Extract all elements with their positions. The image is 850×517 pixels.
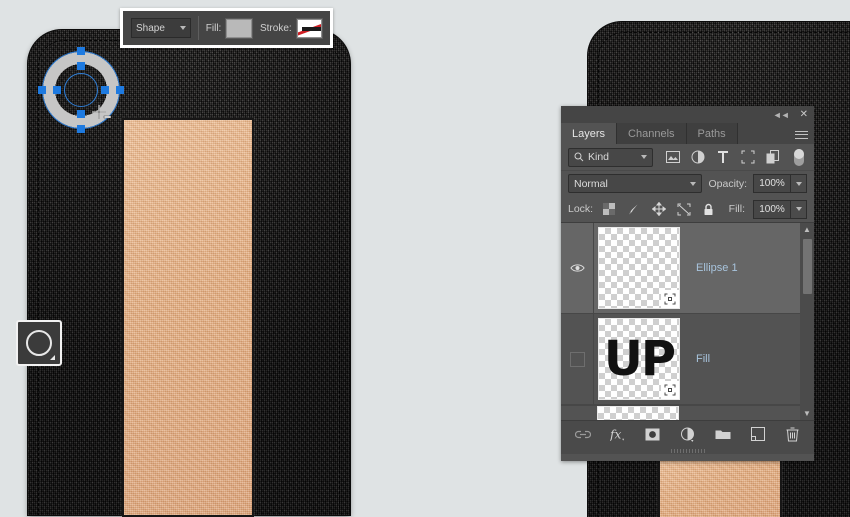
tab-channels[interactable]: Channels bbox=[617, 123, 687, 144]
adjustment-filter-icon[interactable] bbox=[690, 150, 705, 165]
panel-tabs: Layers Channels Paths bbox=[561, 123, 814, 144]
chevron-down-icon bbox=[641, 155, 647, 159]
layer-visibility-toggle[interactable] bbox=[561, 314, 594, 404]
stroke-bar-icon bbox=[301, 26, 321, 31]
vector-mask-icon bbox=[661, 290, 679, 308]
double-chevron-left-icon[interactable]: ◄◄ bbox=[773, 110, 790, 120]
tab-channels-label: Channels bbox=[628, 127, 675, 140]
table-row[interactable]: UP Fill bbox=[561, 314, 814, 405]
ellipse-shape-selection[interactable] bbox=[38, 47, 124, 133]
photoshop-canvas-area: Shape Fill: Stroke: ◄◄ ✕ Layers Channels… bbox=[0, 0, 850, 517]
scrollbar-thumb[interactable] bbox=[802, 239, 812, 294]
ellipse-inner-path bbox=[64, 73, 98, 107]
stroke-label: Stroke: bbox=[259, 22, 292, 34]
filter-toggle-switch[interactable] bbox=[794, 148, 804, 166]
chevron-up-icon[interactable]: ▲ bbox=[803, 223, 811, 236]
fill-swatch[interactable] bbox=[226, 18, 252, 38]
layer-thumbnail-text: UP bbox=[603, 331, 676, 387]
layer-thumbnail[interactable]: UP bbox=[598, 318, 680, 400]
ellipse-tool-button[interactable] bbox=[16, 320, 62, 366]
lock-artboard-nesting-icon[interactable] bbox=[676, 202, 691, 217]
fill-stepper[interactable] bbox=[791, 199, 807, 219]
layer-visibility-toggle[interactable] bbox=[561, 223, 594, 313]
layer-name[interactable]: Fill bbox=[696, 353, 710, 365]
tab-paths[interactable]: Paths bbox=[686, 123, 738, 144]
fx-icon[interactable]: fx bbox=[610, 426, 626, 442]
layer-filter-row: Kind bbox=[561, 144, 814, 171]
folder-icon[interactable] bbox=[715, 426, 731, 442]
fill-value[interactable]: 100% bbox=[753, 199, 791, 219]
layer-thumbnail[interactable] bbox=[598, 227, 680, 309]
filter-icon-group bbox=[665, 148, 804, 166]
smart-object-filter-icon[interactable] bbox=[765, 150, 780, 165]
mask-icon[interactable] bbox=[645, 426, 661, 442]
lock-all-icon[interactable] bbox=[701, 202, 716, 217]
tool-flyout-corner-icon bbox=[50, 355, 55, 360]
lock-icon-group bbox=[601, 202, 716, 217]
stroke-swatch[interactable] bbox=[296, 18, 322, 38]
opacity-label: Opacity: bbox=[708, 177, 747, 190]
blend-mode-value: Normal bbox=[574, 177, 608, 190]
type-filter-icon[interactable] bbox=[715, 150, 730, 165]
close-icon[interactable]: ✕ bbox=[800, 109, 808, 120]
panel-menu-icon[interactable] bbox=[795, 128, 808, 141]
table-row[interactable] bbox=[561, 405, 814, 420]
tab-layers-label: Layers bbox=[572, 127, 606, 140]
layers-panel-toolbar: fx bbox=[561, 420, 814, 447]
layer-list: Ellipse 1 UP Fill ▲ ▼ bbox=[561, 223, 814, 420]
layer-thumbnail[interactable] bbox=[597, 406, 679, 420]
half-circle-icon[interactable] bbox=[680, 426, 696, 442]
fill-label: Fill: bbox=[728, 203, 745, 215]
transform-handle-bottom[interactable] bbox=[77, 125, 85, 133]
filter-kind-select[interactable]: Kind bbox=[568, 147, 653, 167]
layer-list-scrollbar[interactable]: ▲ ▼ bbox=[800, 223, 814, 420]
tab-layers[interactable]: Layers bbox=[561, 123, 618, 144]
chevron-down-icon bbox=[690, 181, 697, 186]
search-icon bbox=[574, 152, 584, 162]
fill-label: Fill: bbox=[205, 22, 222, 34]
lock-row: Lock: Fill: 100% bbox=[561, 196, 814, 223]
transform-handle-inner-bottom[interactable] bbox=[77, 110, 85, 118]
transform-handle-inner-top[interactable] bbox=[77, 62, 85, 70]
image-filter-icon[interactable] bbox=[665, 150, 680, 165]
tool-mode-value: Shape bbox=[136, 22, 165, 34]
transform-handle-top[interactable] bbox=[77, 47, 85, 55]
panel-titlebar: ◄◄ ✕ bbox=[561, 106, 814, 123]
lock-label: Lock: bbox=[568, 203, 594, 215]
chevron-down-icon[interactable]: ▼ bbox=[803, 407, 811, 420]
ellipse-tool-icon bbox=[26, 330, 52, 356]
lock-transparent-pixels-icon[interactable] bbox=[601, 202, 616, 217]
right-kraft-rectangle bbox=[660, 455, 780, 517]
layers-panel: ◄◄ ✕ Layers Channels Paths Kind Normal O… bbox=[561, 106, 814, 461]
blend-mode-row: Normal Opacity: 100% bbox=[561, 171, 814, 196]
svg-text:fx: fx bbox=[610, 427, 622, 441]
blend-mode-select[interactable]: Normal bbox=[568, 174, 703, 193]
tool-mode-select[interactable]: Shape bbox=[131, 18, 191, 38]
chevron-down-icon bbox=[179, 26, 186, 30]
transform-handle-inner-right[interactable] bbox=[101, 86, 109, 94]
lock-position-icon[interactable] bbox=[651, 202, 666, 217]
eye-off-icon bbox=[569, 351, 585, 367]
scrollbar-track[interactable] bbox=[802, 236, 812, 407]
opacity-value[interactable]: 100% bbox=[753, 174, 791, 193]
shape-filter-icon[interactable] bbox=[740, 150, 755, 165]
shape-options-bar: Shape Fill: Stroke: bbox=[120, 8, 333, 48]
filter-kind-label: Kind bbox=[588, 151, 610, 163]
layer-name[interactable]: Ellipse 1 bbox=[696, 262, 738, 274]
link-icon[interactable] bbox=[574, 426, 591, 442]
transform-handle-right[interactable] bbox=[116, 86, 124, 94]
new-layer-icon[interactable] bbox=[750, 426, 766, 442]
eye-icon bbox=[569, 264, 585, 272]
transform-handle-left[interactable] bbox=[38, 86, 46, 94]
trash-icon[interactable] bbox=[785, 426, 801, 442]
left-kraft-rectangle bbox=[124, 120, 252, 515]
options-divider bbox=[197, 16, 199, 40]
panel-resize-grip[interactable] bbox=[561, 447, 814, 454]
lock-image-pixels-icon[interactable] bbox=[626, 202, 641, 217]
vector-mask-icon bbox=[661, 381, 679, 399]
tab-paths-label: Paths bbox=[697, 127, 726, 140]
table-row[interactable]: Ellipse 1 bbox=[561, 223, 814, 314]
opacity-stepper[interactable] bbox=[791, 174, 807, 193]
transform-handle-inner-left[interactable] bbox=[53, 86, 61, 94]
